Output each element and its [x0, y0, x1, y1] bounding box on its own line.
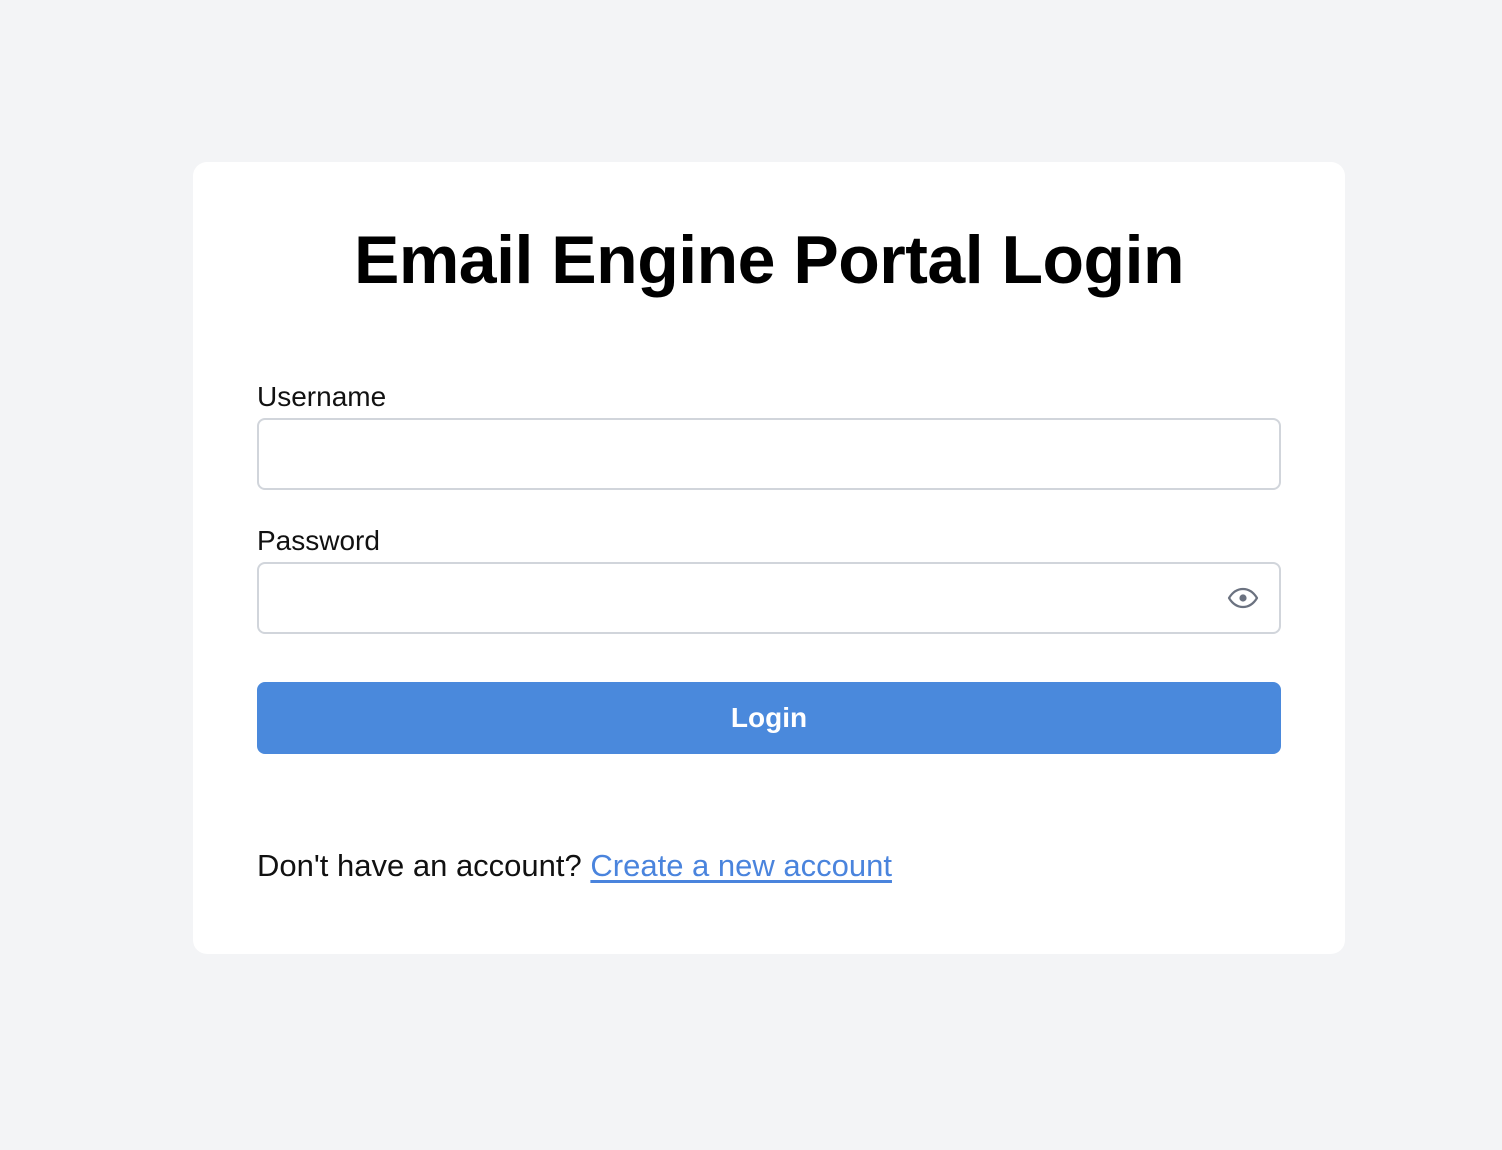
signup-prompt: Don't have an account?: [257, 848, 582, 883]
password-input[interactable]: [257, 562, 1281, 634]
login-card: Email Engine Portal Login Username Passw…: [193, 162, 1345, 954]
login-button[interactable]: Login: [257, 682, 1281, 754]
login-form: Email Engine Portal Login Username Passw…: [193, 162, 1345, 954]
eye-icon: [1227, 587, 1259, 609]
create-account-link[interactable]: Create a new account: [590, 848, 892, 883]
username-input[interactable]: [257, 418, 1281, 490]
signup-footer: Don't have an account? Create a new acco…: [257, 850, 892, 881]
password-visibility-toggle[interactable]: [1225, 583, 1261, 613]
username-label: Username: [257, 381, 387, 412]
page-title: Email Engine Portal Login: [353, 222, 1185, 298]
password-label: Password: [257, 525, 380, 556]
